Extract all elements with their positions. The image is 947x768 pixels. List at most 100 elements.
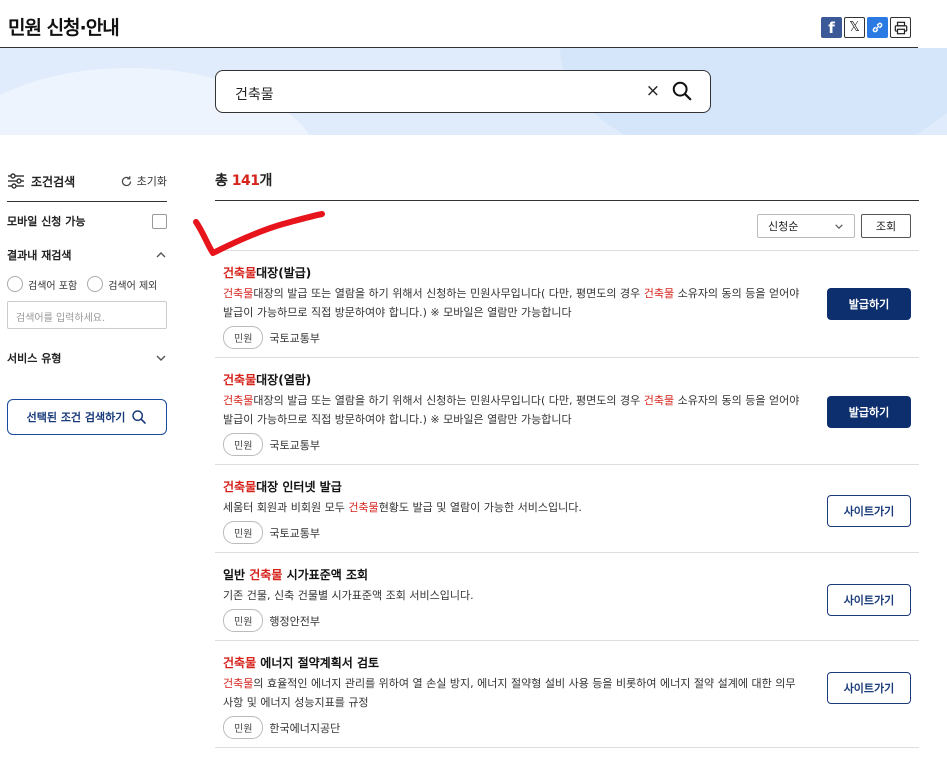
go-to-site-button[interactable]: 사이트가기 [827, 672, 911, 704]
go-to-site-button[interactable]: 사이트가기 [827, 584, 911, 616]
result-title-highlight: 건축물 [249, 568, 283, 582]
description-text: 대장의 발급 또는 열람을 하기 위해서 신청하는 민원사무입니다( 다만, 평… [253, 287, 644, 300]
exclude-option[interactable]: 검색어 제외 [87, 276, 157, 292]
filter-header: 조건검색 초기화 [7, 165, 167, 197]
result-description: 세움터 회원과 비회원 모두 건축물현황도 발급 및 열람이 가능한 서비스입니… [223, 498, 804, 517]
result-item: 일반 건축물 시가표준액 조회기존 건물, 신축 건물별 시가표준액 조회 서비… [215, 553, 919, 641]
print-icon[interactable] [890, 17, 911, 38]
search-banner: 건축물 × [0, 48, 947, 135]
sliders-icon [8, 173, 24, 189]
result-title[interactable]: 건축물대장(발급) [223, 264, 804, 282]
description-highlight: 건축물 [643, 394, 675, 407]
filter-divider [7, 201, 167, 202]
results-list: 건축물대장(발급) 건축물대장의 발급 또는 열람을 하기 위해서 신청하는 민원… [215, 251, 919, 748]
facebook-icon[interactable]: f [821, 17, 842, 38]
result-title[interactable]: 건축물 에너지 절약계획서 검토 [223, 654, 804, 672]
result-title-rest: 대장 인터넷 발급 [256, 480, 342, 494]
filter-sidebar: 조건검색 초기화 모바일 신청 가능 결과내 재검색 검색어 포함 검색어 제외… [7, 165, 167, 435]
sort-bar: 신청순 조회 [215, 201, 919, 251]
result-item: 건축물대장 인터넷 발급 세움터 회원과 비회원 모두 건축물현황도 발급 및 열… [215, 465, 919, 553]
mobile-filter-checkbox[interactable] [152, 213, 167, 229]
result-count: 총 141개 [215, 165, 919, 195]
result-meta: 민원 국토교통부 [223, 521, 804, 544]
category-tag: 민원 [223, 716, 264, 739]
total-count: 141 [231, 173, 260, 189]
link-copy-icon[interactable] [867, 17, 888, 38]
result-title-rest: 에너지 절약계획서 검토 [256, 656, 380, 670]
refine-options: 검색어 포함 검색어 제외 [7, 276, 167, 292]
results-panel: 총 141개 신청순 조회 건축물대장(발급) 건축물대장의 발급 또는 열람을 … [215, 165, 919, 748]
search-input[interactable]: 건축물 × [215, 70, 711, 113]
description-text: 기존 건물, 신축 건물별 시가표준액 조회 서비스입니다. [223, 589, 474, 602]
category-tag: 민원 [223, 609, 264, 632]
service-type-header[interactable]: 서비스 유형 [7, 341, 167, 375]
agency-name: 국토교통부 [269, 526, 321, 540]
agency-name: 한국에너지공단 [269, 721, 341, 735]
chevron-up-icon[interactable] [155, 251, 167, 259]
description-highlight: 건축물 [643, 287, 675, 300]
include-option[interactable]: 검색어 포함 [7, 276, 77, 292]
go-to-site-button[interactable]: 사이트가기 [827, 495, 911, 527]
category-tag: 민원 [223, 521, 264, 544]
exclude-label: 검색어 제외 [108, 280, 158, 292]
page-header: 민원 신청·안내 f 𝕏 [0, 0, 947, 48]
description-highlight: 건축물 [223, 677, 254, 690]
result-description: 건축물대장의 발급 또는 열람을 하기 위해서 신청하는 민원사무입니다( 다만… [223, 391, 804, 429]
include-label: 검색어 포함 [28, 280, 78, 292]
search-icon[interactable] [671, 80, 693, 102]
result-title-prefix: 일반 [223, 568, 250, 582]
result-title-highlight: 건축물 [223, 480, 257, 494]
description-text: 대장의 발급 또는 열람을 하기 위해서 신청하는 민원사무입니다( 다만, 평… [253, 394, 644, 407]
chevron-down-icon[interactable] [155, 354, 167, 362]
result-title[interactable]: 건축물대장(열람) [223, 371, 804, 389]
sort-select[interactable]: 신청순 [757, 214, 855, 238]
clear-icon[interactable]: × [646, 81, 660, 101]
result-title-rest: 대장(발급) [256, 266, 312, 280]
filter-search-label: 선택된 조건 검색하기 [26, 411, 126, 424]
search-icon [132, 410, 147, 424]
result-title-highlight: 건축물 [223, 656, 257, 670]
agency-name: 국토교통부 [269, 331, 321, 345]
result-title-rest: 시가표준액 조회 [282, 568, 369, 582]
result-title[interactable]: 건축물대장 인터넷 발급 [223, 478, 804, 496]
page-title: 민원 신청·안내 [8, 17, 120, 39]
description-highlight: 건축물 [348, 501, 379, 514]
result-meta: 민원 국토교통부 [223, 326, 804, 349]
filter-title-label: 조건검색 [31, 174, 76, 189]
refine-label: 결과내 재검색 [7, 249, 72, 262]
exclude-radio[interactable] [87, 276, 104, 292]
issue-button[interactable]: 발급하기 [827, 288, 911, 320]
result-item: 건축물대장(열람) 건축물대장의 발급 또는 열람을 하기 위해서 신청하는 민원… [215, 358, 919, 465]
total-prefix: 총 [215, 173, 232, 189]
reset-button[interactable]: 초기화 [120, 173, 167, 189]
include-radio[interactable] [7, 276, 23, 292]
description-text: 세움터 회원과 비회원 모두 [223, 501, 349, 514]
x-twitter-icon[interactable]: 𝕏 [844, 17, 865, 38]
filter-search-button[interactable]: 선택된 조건 검색하기 [7, 399, 167, 435]
mobile-filter-label: 모바일 신청 가능 [7, 215, 86, 228]
result-title[interactable]: 일반 건축물 시가표준액 조회 [223, 566, 804, 584]
filter-title: 조건검색 [7, 173, 75, 190]
result-item: 건축물대장(발급) 건축물대장의 발급 또는 열람을 하기 위해서 신청하는 민원… [215, 251, 919, 358]
agency-name: 행정안전부 [269, 614, 321, 628]
result-meta: 민원 국토교통부 [223, 433, 804, 456]
description-text: 현황도 발급 및 열람이 가능한 서비스입니다. [378, 501, 582, 514]
result-meta: 민원 한국에너지공단 [223, 716, 804, 739]
search-query[interactable]: 건축물 [235, 84, 274, 104]
category-tag: 민원 [223, 326, 264, 349]
result-description: 기존 건물, 신축 건물별 시가표준액 조회 서비스입니다. [223, 586, 804, 605]
reset-label: 초기화 [136, 175, 167, 188]
refresh-icon [121, 175, 131, 186]
result-title-highlight: 건축물 [223, 266, 257, 280]
result-title-highlight: 건축물 [223, 373, 257, 387]
service-type-label: 서비스 유형 [7, 352, 62, 365]
result-description: 건축물대장의 발급 또는 열람을 하기 위해서 신청하는 민원사무입니다( 다만… [223, 284, 804, 322]
refine-section-header[interactable]: 결과내 재검색 [7, 238, 167, 272]
description-highlight: 건축물 [223, 287, 254, 300]
issue-button[interactable]: 발급하기 [827, 396, 911, 428]
result-item: 건축물 에너지 절약계획서 검토 건축물의 효율적인 에너지 관리를 위하여 열 … [215, 641, 919, 748]
share-toolbar: f 𝕏 [821, 17, 911, 38]
refine-input[interactable]: 검색어를 입력하세요. [7, 301, 167, 329]
sort-submit-button[interactable]: 조회 [861, 214, 911, 238]
description-text: 의 효율적인 에너지 관리를 위하여 열 손실 방지, 에너지 절약형 설비 사… [223, 677, 796, 709]
